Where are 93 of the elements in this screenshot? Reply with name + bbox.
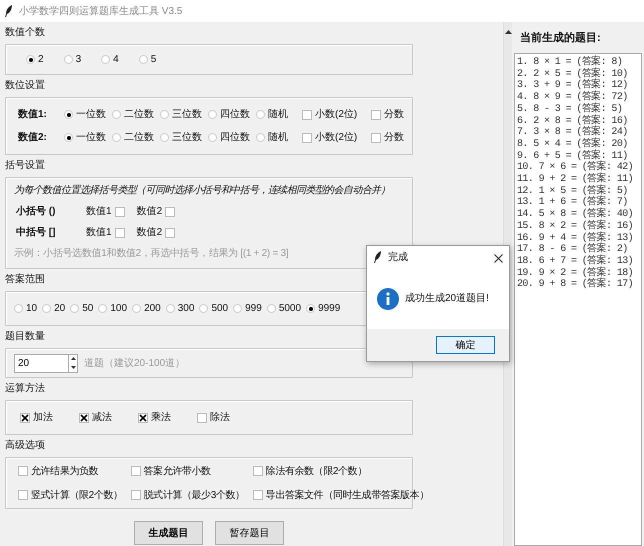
radio-button[interactable]: 2 (26, 52, 44, 67)
radio-button[interactable]: 3 (64, 52, 82, 67)
radio-button[interactable]: 三位数 (160, 130, 202, 145)
output-text-area[interactable] (514, 53, 642, 546)
output-line: 19. 9 × 2 = (答案: 18) (517, 268, 634, 279)
section-label: 运算方法 (5, 382, 46, 396)
ok-button[interactable]: 确定 (436, 336, 495, 354)
cross-mark-icon (21, 414, 29, 422)
checkbox[interactable]: 乘法 (138, 410, 171, 425)
hint-text: 为每个数值位置选择括号类型（可同时选择小括号和中括号，连续相同类型的会自动合并） (14, 184, 390, 198)
output-line: 12. 1 × 5 = (答案: 5) (517, 186, 629, 197)
radio-button[interactable]: 20 (42, 301, 66, 316)
checkbox[interactable]: 数值2 (136, 204, 176, 219)
action-button[interactable]: 暂存题目 (215, 521, 284, 545)
output-line: 15. 8 × 2 = (答案: 16) (517, 220, 634, 232)
output-line: 1. 8 × 1 = (答案: 8) (517, 57, 624, 68)
radio-button[interactable]: 4 (101, 52, 119, 67)
checkbox[interactable]: 小数(2位) (302, 130, 358, 145)
radio-button[interactable]: 二位数 (112, 107, 154, 122)
example-text: 示例：小括号选数值1和数值2，再选中括号，结果为 [(1 + 2) = 3] (14, 246, 288, 261)
checkbox[interactable]: 数值2 (136, 225, 176, 240)
cross-mark-icon (139, 414, 147, 422)
radio-button[interactable]: 四位数 (208, 107, 250, 122)
output-line: 4. 8 × 9 = (答案: 72) (517, 92, 629, 104)
section-label: 题目数量 (5, 330, 46, 344)
feather-icon (4, 5, 13, 17)
info-icon (377, 288, 399, 310)
row-label: 中括号 [] (15, 226, 56, 240)
radio-button[interactable]: 5 (138, 52, 156, 67)
output-line: 10. 7 × 6 = (答案: 42) (517, 162, 634, 174)
radio-button[interactable]: 随机 (256, 130, 288, 145)
dialog-message: 成功生成20道题目! (405, 292, 489, 306)
output-line: 16. 9 + 4 = (答案: 13) (517, 232, 634, 244)
feather-icon (373, 251, 382, 263)
dialog-title: 完成 (388, 250, 408, 264)
section-label: 括号设置 (5, 158, 46, 173)
radio-button[interactable]: 一位数 (64, 107, 106, 122)
radio-button[interactable]: 三位数 (160, 107, 202, 122)
action-button[interactable]: 生成题目 (134, 521, 203, 545)
radio-button[interactable]: 5000 (266, 301, 302, 316)
output-line: 20. 9 + 8 = (答案: 17) (517, 279, 634, 292)
radio-button[interactable]: 50 (70, 301, 94, 316)
radio-button[interactable]: 9999 (306, 301, 340, 316)
radio-button[interactable]: 随机 (256, 107, 288, 122)
number-field[interactable]: 20 (14, 354, 68, 372)
checkbox[interactable]: 数值1 (86, 204, 125, 219)
checkbox[interactable]: 竖式计算（限2个数） (18, 488, 123, 502)
row-label: 数值2: (16, 130, 48, 145)
checkbox[interactable]: 加法 (20, 410, 53, 425)
output-line: 5. 8 - 3 = (答案: 5) (517, 104, 624, 115)
output-line: 3. 3 + 9 = (答案: 12) (517, 80, 629, 92)
checkbox[interactable]: 导出答案文件（同时生成带答案版本） (252, 488, 429, 502)
checkbox[interactable]: 除法有余数（限2个数） (252, 464, 429, 478)
radio-button[interactable]: 200 (132, 301, 161, 316)
radio-button[interactable]: 一位数 (64, 130, 106, 145)
checkbox[interactable]: 脱式计算（最少3个数） (130, 488, 245, 502)
hint-text: 道题（建议20-100道） (84, 356, 186, 370)
checkbox[interactable]: 除法 (197, 410, 230, 425)
output-line: 11. 9 + 2 = (答案: 11) (517, 174, 634, 186)
radio-button[interactable]: 四位数 (208, 130, 250, 145)
radio-button[interactable]: 300 (166, 301, 194, 316)
checkbox[interactable]: 分数 (371, 107, 404, 122)
radio-button[interactable]: 999 (233, 301, 262, 316)
row-label: 数值1: (16, 108, 48, 122)
output-line: 14. 5 × 8 = (答案: 40) (517, 209, 634, 220)
checkbox[interactable]: 减法 (79, 410, 112, 425)
output-line: 8. 5 × 4 = (答案: 20) (517, 138, 629, 150)
output-line: 17. 8 - 6 = (答案: 2) (517, 244, 629, 256)
up-arrow-icon[interactable] (504, 30, 512, 34)
radio-button[interactable]: 二位数 (112, 130, 154, 145)
output-line: 7. 3 × 8 = (答案: 24) (517, 127, 629, 138)
output-line: 13. 1 + 6 = (答案: 7) (517, 197, 629, 208)
checkbox[interactable]: 允许结果为负数 (18, 464, 123, 478)
checkbox[interactable]: 分数 (371, 130, 404, 145)
panel-title: 当前生成的题目: (519, 30, 602, 46)
section-label: 数位设置 (5, 78, 46, 93)
output-line: 18. 6 + 7 = (答案: 13) (517, 256, 634, 267)
radio-button[interactable]: 10 (14, 301, 38, 316)
section-label: 答案范围 (5, 272, 46, 287)
section-label: 高级选项 (5, 438, 46, 453)
section-label: 数值个数 (5, 26, 46, 40)
output-line: 9. 6 + 5 = (答案: 11) (517, 150, 628, 162)
cross-mark-icon (80, 414, 88, 422)
radio-button[interactable]: 500 (199, 301, 228, 316)
output-line: 2. 2 × 5 = (答案: 10) (517, 68, 629, 80)
row-label: 小括号 () (14, 204, 56, 219)
radio-button[interactable]: 100 (98, 301, 128, 316)
checkbox[interactable]: 数值1 (86, 225, 125, 240)
output-line: 6. 2 × 8 = (答案: 16) (517, 116, 629, 127)
window-title: 小学数学四则运算题库生成工具 V3.5 (19, 4, 182, 18)
spin-arrows-icon[interactable] (68, 354, 78, 372)
checkbox[interactable]: 答案允许带小数 (130, 464, 245, 478)
checkbox[interactable]: 小数(2位) (302, 107, 358, 122)
